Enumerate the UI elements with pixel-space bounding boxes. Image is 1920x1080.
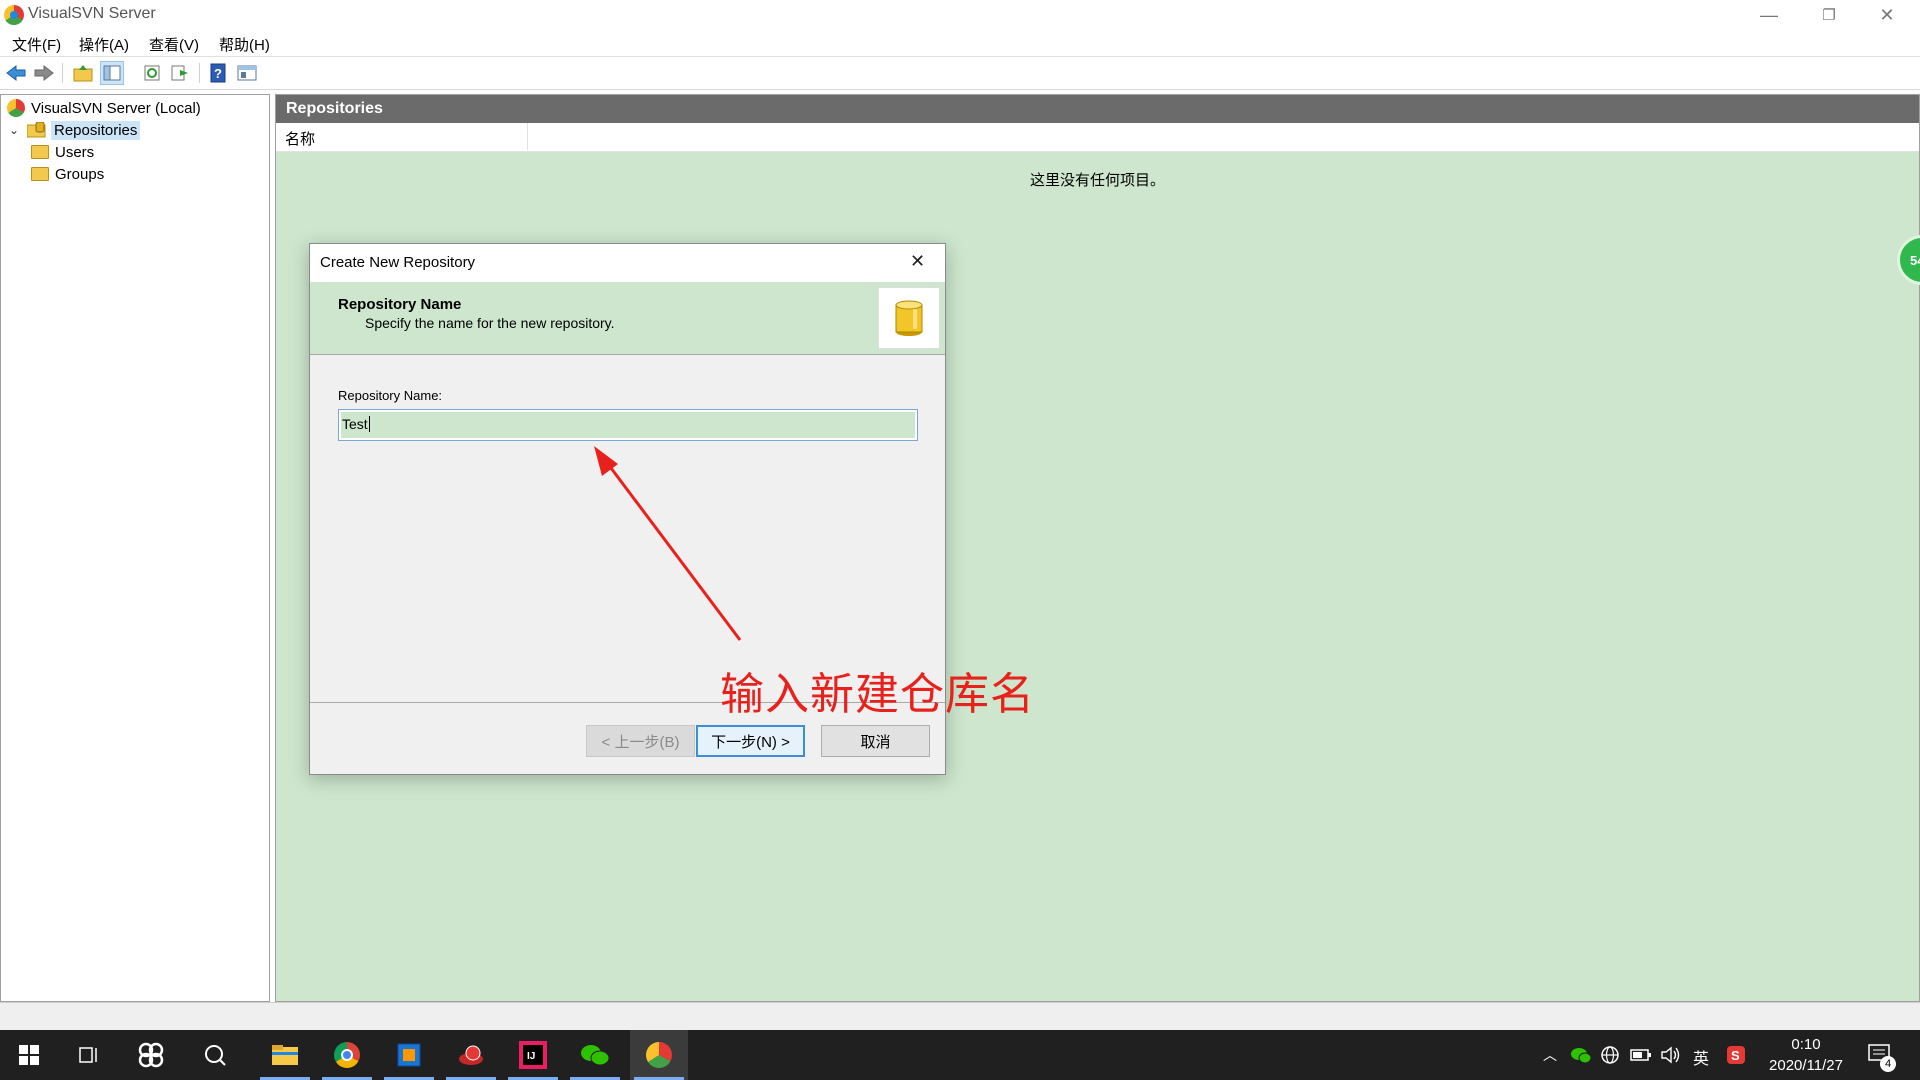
tree-item-groups[interactable]: Groups <box>31 163 104 185</box>
volume-icon[interactable] <box>1660 1045 1682 1070</box>
wechat-icon[interactable] <box>566 1030 624 1080</box>
toolbar: ? <box>0 57 1920 90</box>
export-list-icon[interactable] <box>168 61 192 85</box>
next-button[interactable]: 下一步(N) > <box>696 725 805 757</box>
repository-name-value: Test <box>342 416 370 432</box>
clock-time: 0:10 <box>1791 1036 1821 1053</box>
baidu-netdisk-icon[interactable] <box>122 1030 180 1080</box>
expand-chevron-icon[interactable]: ⌄ <box>9 123 27 137</box>
svg-text:?: ? <box>214 66 222 81</box>
menu-action[interactable]: 操作(A) <box>79 34 129 55</box>
minimize-button[interactable]: — <box>1740 0 1798 30</box>
visualsvn-server-icon <box>7 99 25 117</box>
menu-view[interactable]: 查看(V) <box>149 34 199 55</box>
network-globe-icon[interactable] <box>1600 1045 1620 1070</box>
status-bar <box>0 1002 1920 1031</box>
folder-icon <box>31 145 49 159</box>
visualsvn-icon[interactable] <box>630 1030 688 1080</box>
help-icon[interactable]: ? <box>206 61 230 85</box>
panel-header-title: Repositories <box>286 100 383 117</box>
annotation-text: 输入新建仓库名 <box>720 670 1035 719</box>
dialog-subheading: Specify the name for the new repository. <box>365 315 615 331</box>
repository-name-label: Repository Name: <box>338 388 443 403</box>
floating-badge[interactable]: 54 <box>1897 235 1920 285</box>
menu-bar: 文件(F) 操作(A) 查看(V) 帮助(H) <box>0 30 1920 57</box>
title-bar: VisualSVN Server — ❐ ✕ <box>0 0 1920 30</box>
dialog-heading: Repository Name <box>338 296 462 313</box>
menu-file[interactable]: 文件(F) <box>12 34 61 55</box>
taskbar: IJ ︿ 英 S 0:10 2020/11/27 4 <box>0 1030 1920 1080</box>
back-button[interactable]: < 上一步(B) <box>586 725 695 757</box>
cancel-button[interactable]: 取消 <box>821 725 930 757</box>
ime-indicator[interactable]: 英 <box>1693 1045 1709 1069</box>
visualsvn-app-icon <box>4 5 24 25</box>
clock[interactable]: 0:10 2020/11/27 <box>1756 1034 1856 1076</box>
restore-button[interactable]: ❐ <box>1800 0 1858 30</box>
svg-text:IJ: IJ <box>527 1051 535 1062</box>
notification-count-badge: 4 <box>1880 1056 1896 1072</box>
dialog-banner: Repository Name Specify the name for the… <box>310 282 945 355</box>
file-explorer-icon[interactable] <box>256 1030 314 1080</box>
show-hidden-icons-icon[interactable]: ︿ <box>1543 1045 1557 1065</box>
refresh-icon[interactable] <box>140 61 164 85</box>
battery-icon[interactable] <box>1630 1047 1652 1068</box>
dialog-title: Create New Repository <box>320 254 476 271</box>
tree-root-visualsvn-server[interactable]: VisualSVN Server (Local) <box>7 97 201 119</box>
column-header-name[interactable]: 名称 <box>276 123 528 150</box>
dialog-title-bar: Create New Repository ✕ <box>310 244 945 282</box>
toolbar-separator <box>199 63 200 83</box>
window-title: VisualSVN Server <box>28 5 156 22</box>
folder-icon <box>31 167 49 181</box>
navigation-tree: VisualSVN Server (Local) ⌄ Repositories … <box>0 94 270 1002</box>
annotation-arrow-icon <box>594 446 742 641</box>
virtualbox-icon[interactable] <box>380 1030 438 1080</box>
snail-app-icon[interactable] <box>442 1030 500 1080</box>
tree-item-repositories[interactable]: ⌄ Repositories <box>9 119 141 141</box>
back-arrow-icon[interactable] <box>4 61 28 85</box>
tree-item-label: Groups <box>55 165 105 183</box>
tree-item-label: Users <box>55 143 95 161</box>
column-header-row: 名称 <box>276 123 1919 152</box>
properties-icon[interactable] <box>235 61 259 85</box>
panel-header: Repositories <box>276 95 1919 123</box>
search-icon[interactable] <box>186 1030 244 1080</box>
forward-arrow-icon[interactable] <box>32 61 56 85</box>
empty-list-message: 这里没有任何项目。 <box>1029 172 1165 189</box>
close-button[interactable]: ✕ <box>1858 0 1916 30</box>
tree-item-label: Repositories <box>51 120 141 140</box>
chrome-icon[interactable] <box>318 1030 376 1080</box>
tree-item-users[interactable]: Users <box>31 141 94 163</box>
sogou-input-icon[interactable]: S <box>1726 1045 1746 1070</box>
up-folder-icon[interactable] <box>71 61 95 85</box>
wechat-tray-icon[interactable] <box>1570 1045 1592 1070</box>
task-view-icon[interactable] <box>60 1030 118 1080</box>
svg-text:S: S <box>1731 1048 1740 1063</box>
start-icon[interactable] <box>0 1030 58 1080</box>
intellij-idea-icon[interactable]: IJ <box>504 1030 562 1080</box>
show-hide-tree-icon[interactable] <box>100 61 124 85</box>
toolbar-separator <box>62 63 63 83</box>
menu-help[interactable]: 帮助(H) <box>219 34 270 55</box>
repositories-icon <box>26 121 47 138</box>
dialog-close-icon[interactable]: ✕ <box>910 251 925 272</box>
tree-root-label: VisualSVN Server (Local) <box>31 99 201 117</box>
column-header-name-label: 名称 <box>285 131 316 148</box>
clock-date: 2020/11/27 <box>1769 1057 1843 1074</box>
repository-database-icon <box>878 287 940 349</box>
floating-badge-text: 54 <box>1910 252 1920 268</box>
